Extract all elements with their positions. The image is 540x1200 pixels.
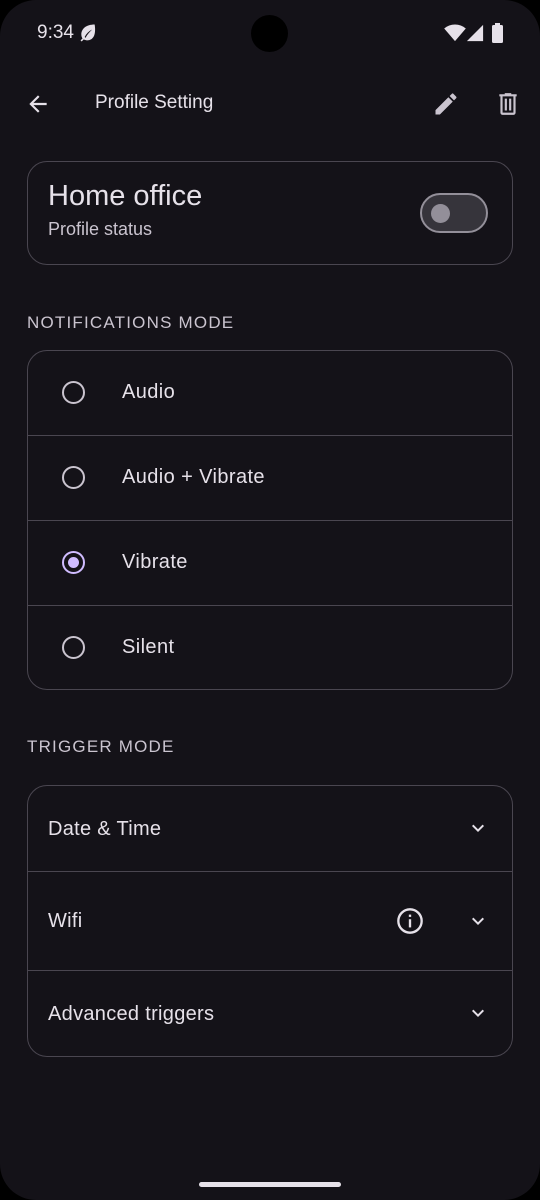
trigger-item-advanced[interactable]: Advanced triggers [28,971,512,1057]
notifications-mode-header: NOTIFICATIONS MODE [27,313,235,332]
trigger-label: Wifi [48,910,83,932]
profile-status-toggle[interactable] [420,193,488,233]
front-camera [251,15,288,52]
edit-button[interactable] [426,84,466,124]
trigger-label: Date & Time [48,818,162,840]
trigger-mode-header: TRIGGER MODE [27,737,175,756]
radio-label: Audio [122,381,176,403]
delete-button[interactable] [488,84,528,124]
chevron-down-icon[interactable] [466,816,490,840]
radio-button[interactable] [62,466,85,489]
toggle-thumb [431,204,450,223]
profile-name: Home office [48,180,203,212]
notif-option-audio[interactable]: Audio [28,351,512,436]
trigger-item-wifi[interactable]: Wifi [28,872,512,971]
status-bar: 9:34 [0,0,540,66]
notif-option-audio-vibrate[interactable]: Audio + Vibrate [28,436,512,521]
trigger-label: Advanced triggers [48,1003,215,1025]
signal-icon [466,24,484,42]
info-icon[interactable] [396,907,424,935]
trash-icon [499,93,517,115]
notif-option-vibrate[interactable]: Vibrate [28,521,512,606]
chevron-down-icon[interactable] [466,909,490,933]
trigger-item-date-time[interactable]: Date & Time [28,786,512,872]
radio-button[interactable] [62,381,85,404]
pencil-icon [435,93,457,115]
screen: 9:34 Profile Setting Home office Profile… [0,0,540,1200]
home-indicator[interactable] [199,1182,341,1187]
back-arrow-icon [29,95,47,113]
wifi-icon [444,24,466,42]
page-title: Profile Setting [95,92,214,113]
radio-label: Silent [122,636,175,658]
chevron-down-icon[interactable] [466,1001,490,1025]
back-button[interactable] [18,84,58,124]
profile-status-label: Profile status [48,219,153,239]
battery-icon [492,23,503,43]
radio-button[interactable] [62,636,85,659]
radio-label: Vibrate [122,551,188,573]
notif-option-silent[interactable]: Silent [28,606,512,691]
leaf-icon [80,24,96,42]
top-app-bar: Profile Setting [0,66,540,142]
trigger-mode-group: Date & Time Wifi Advanced triggers [27,785,513,1057]
notifications-mode-group: Audio Audio + Vibrate Vibrate Silent [27,350,513,690]
profile-card: Home office Profile status [27,161,513,265]
radio-label: Audio + Vibrate [122,466,265,488]
radio-button-selected[interactable] [62,551,85,574]
status-time: 9:34 [37,22,74,43]
